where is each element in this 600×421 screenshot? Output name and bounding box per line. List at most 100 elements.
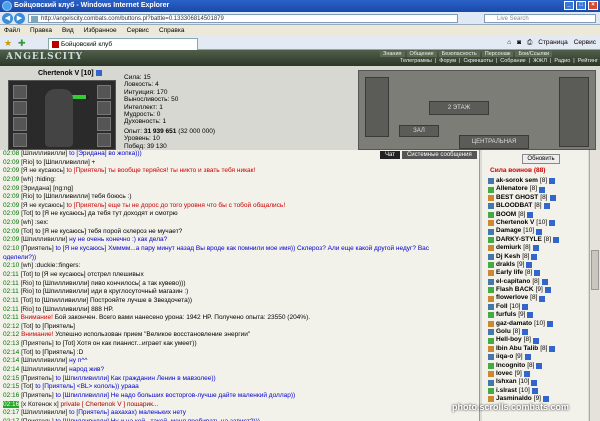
search-input[interactable]: Live Search <box>484 14 596 23</box>
map-building-floor2[interactable]: 2 ЭТАЖ <box>429 101 489 115</box>
tab-chat[interactable]: Чат <box>380 151 400 159</box>
tools-menu[interactable]: Сервис <box>574 38 596 48</box>
shield-slot-icon[interactable] <box>97 101 111 115</box>
chat-sender[interactable]: [Tot] <box>21 349 33 356</box>
chat-time[interactable]: 02:10 <box>3 245 19 252</box>
user-list-item[interactable]: drakls [9] <box>488 261 588 269</box>
user-name[interactable]: Golu <box>496 328 511 336</box>
rss-icon[interactable]: ◙ <box>517 38 521 48</box>
user-name[interactable]: el-capitano <box>496 278 530 286</box>
user-list-item[interactable]: Chertenok V [10] <box>488 219 588 227</box>
chat-sender[interactable]: [Rio] <box>21 193 34 200</box>
info-icon[interactable] <box>532 245 539 252</box>
user-list-item[interactable]: iiqa-o [9] <box>488 353 588 361</box>
user-name[interactable]: BLOODBAT <box>496 202 532 210</box>
chat-sender[interactable]: [Приятель] <box>21 375 54 382</box>
user-name[interactable]: iiqa-o <box>496 353 513 361</box>
nav-lj[interactable]: ЖЖЛ <box>533 58 547 65</box>
info-icon[interactable] <box>523 371 530 378</box>
chat-time[interactable]: 02:14 <box>3 357 19 364</box>
user-name[interactable]: ak-sorok sem <box>496 177 538 185</box>
info-icon[interactable] <box>522 304 529 311</box>
amulet-slot-icon[interactable] <box>13 101 27 115</box>
chat-sender[interactable]: [Эридана] <box>21 185 51 192</box>
info-icon[interactable] <box>544 287 551 294</box>
belt-slot-icon[interactable] <box>97 117 111 131</box>
user-list-item[interactable]: i.slrast [10] <box>488 387 588 395</box>
user-name[interactable]: Ibin Abu Talib <box>496 345 538 353</box>
map-building-central[interactable]: ЦЕНТРАЛЬНАЯ <box>459 135 529 149</box>
map-building-hall[interactable]: ЗАЛ <box>399 125 439 137</box>
user-list-item[interactable]: gaz-damato [10] <box>488 320 588 328</box>
user-list-item[interactable]: Damage [10] <box>488 227 588 235</box>
user-list-item[interactable]: BEST GHOST [8] <box>488 194 588 202</box>
favorites-star-icon[interactable]: ★ <box>4 38 12 49</box>
chat-time[interactable]: 02:09 <box>3 176 19 183</box>
chat-sender[interactable]: [Шпилливилли] <box>21 150 67 157</box>
menu-help[interactable]: Справка <box>159 25 185 36</box>
menu-view[interactable]: Вид <box>62 25 74 36</box>
chat-time[interactable]: 02:09 <box>3 167 19 174</box>
info-icon[interactable] <box>541 278 548 285</box>
user-name[interactable]: i.slrast <box>496 387 517 395</box>
chat-sender[interactable]: [Tot] <box>21 297 33 304</box>
user-list-item[interactable]: ak-sorok sem [8] <box>488 177 588 185</box>
chat-sender[interactable]: Внимание! <box>21 314 53 321</box>
chat-time[interactable]: 02:16 <box>3 400 20 408</box>
info-icon[interactable] <box>543 203 550 210</box>
scrollbar-thumb[interactable] <box>591 250 599 290</box>
user-list-item[interactable]: furfuls [9] <box>488 311 588 319</box>
chat-sender[interactable]: [wh] <box>21 219 33 226</box>
chat-sender[interactable]: [Приятель] <box>21 340 54 347</box>
nav-meeting[interactable]: Собрание <box>500 58 525 65</box>
info-icon[interactable] <box>532 337 539 344</box>
chat-sender[interactable]: [Шпилливилли] <box>21 409 67 416</box>
info-icon[interactable] <box>549 194 556 201</box>
chat-time[interactable]: 02:09 <box>3 202 19 209</box>
add-favorite-icon[interactable]: ✚ <box>18 38 26 49</box>
user-name[interactable]: BOOM <box>496 211 516 219</box>
chat-time[interactable]: 02:13 <box>3 340 19 347</box>
user-list-item[interactable]: Golu [8] <box>488 328 588 336</box>
chat-time[interactable]: 02:08 <box>3 150 19 157</box>
home-icon[interactable]: ⌂ <box>507 38 511 48</box>
nav-telegrams[interactable]: Телеграммы <box>400 58 432 65</box>
info-icon[interactable] <box>549 346 556 352</box>
chat-sender[interactable]: [Шпилливилли] <box>21 357 67 364</box>
helmet-slot-icon[interactable] <box>13 85 27 99</box>
chat-time[interactable]: 02:09 <box>3 210 19 217</box>
user-list-item[interactable]: Flash BACK [9] <box>488 286 588 294</box>
chat-time[interactable]: 02:16 <box>3 392 19 399</box>
maximize-button[interactable]: □ <box>576 1 586 10</box>
chat-sender[interactable]: [Tot] <box>21 228 33 235</box>
chat-time[interactable]: 02:10 <box>3 262 19 269</box>
info-icon[interactable] <box>553 236 560 243</box>
armor-slot-icon[interactable] <box>13 133 27 147</box>
user-list-item[interactable]: Ibin Abu Talib [8] <box>488 345 588 353</box>
chat-sender[interactable]: Внимание! <box>21 331 53 338</box>
user-name[interactable]: gaz-damato <box>496 320 532 328</box>
user-name[interactable]: Early life <box>496 269 523 277</box>
user-list-item[interactable]: Hell-boy [8] <box>488 336 588 344</box>
forward-icon[interactable]: ▶ <box>14 13 25 24</box>
user-list-item[interactable]: Ishxan [10] <box>488 378 588 386</box>
user-list-item[interactable]: Early life [8] <box>488 269 588 277</box>
chat-sender[interactable]: [Приятель] <box>21 392 54 399</box>
boots-slot-icon[interactable] <box>97 133 111 147</box>
user-name[interactable]: Dj Kesh <box>496 253 520 261</box>
chat-time[interactable]: 02:09 <box>3 236 19 243</box>
chat-sender[interactable]: [Tot] <box>21 323 33 330</box>
info-icon[interactable] <box>526 262 533 269</box>
user-name[interactable]: demiurk <box>496 244 521 252</box>
chat-sender[interactable]: [Шпилливилли] <box>21 236 67 243</box>
menu-file[interactable]: Файл <box>4 25 20 36</box>
user-list-item[interactable]: el-capitano [8] <box>488 278 588 286</box>
chat-time[interactable]: 02:09 <box>3 228 19 235</box>
info-icon[interactable] <box>527 312 534 319</box>
chat-time[interactable]: 02:15 <box>3 375 19 382</box>
chat-sender[interactable]: [Rio] <box>21 306 34 313</box>
chat-time[interactable]: 02:11 <box>3 280 19 287</box>
page-menu[interactable]: Страница <box>538 38 567 48</box>
chat-sender[interactable]: [Шпилливилли] <box>21 366 67 373</box>
chat-sender[interactable]: [wh] <box>21 262 33 269</box>
